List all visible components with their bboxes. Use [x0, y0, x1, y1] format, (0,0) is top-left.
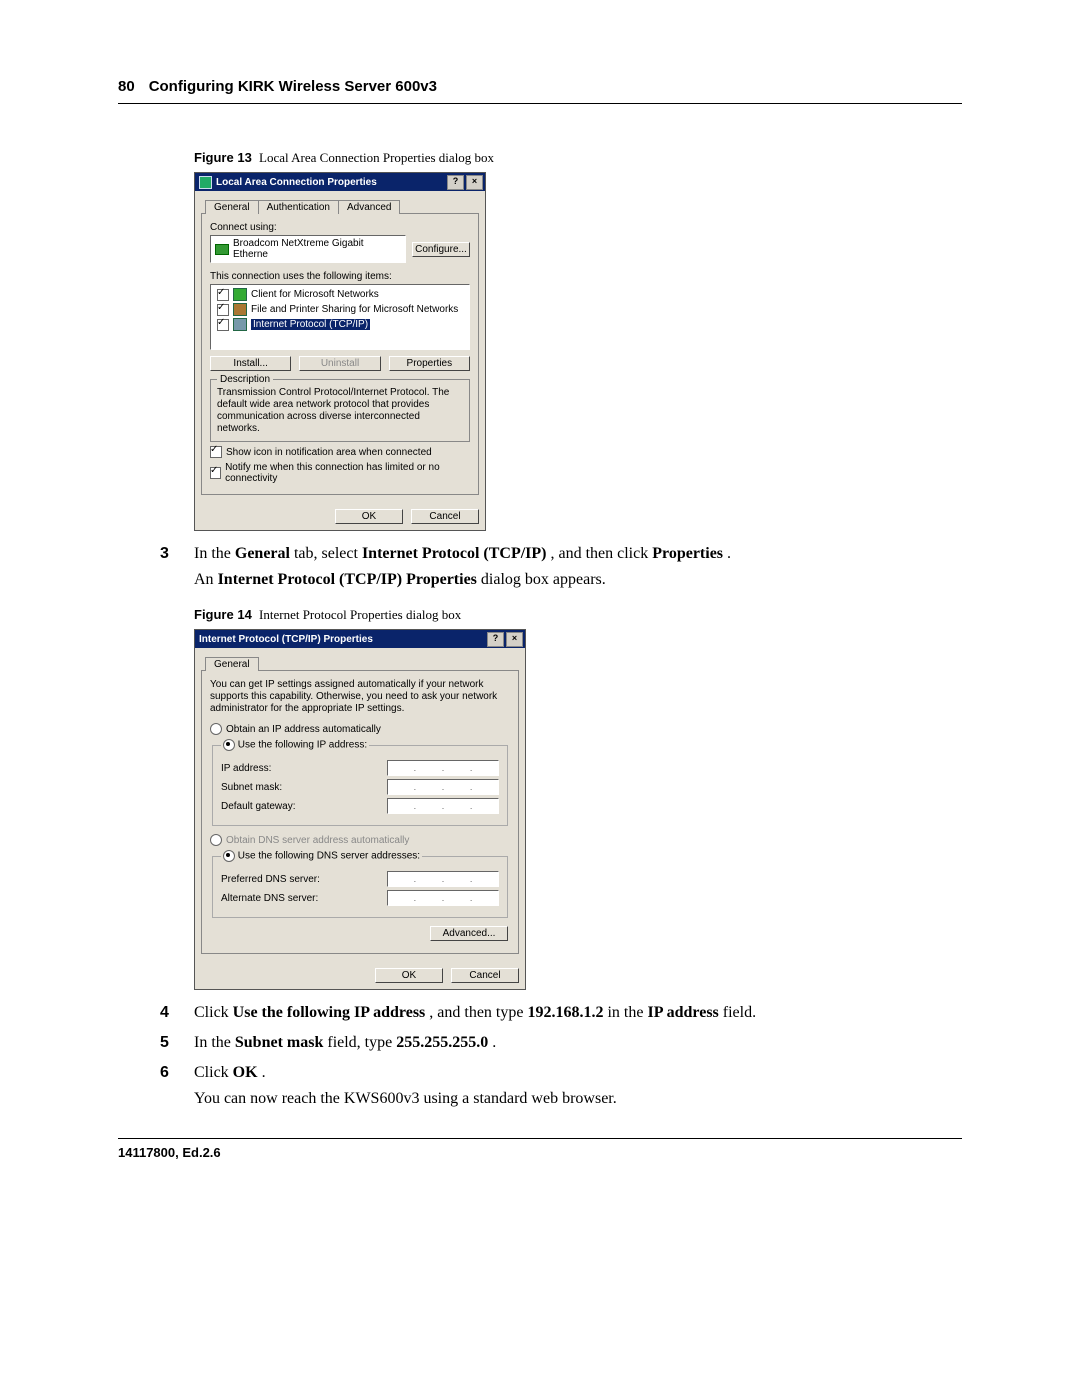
adapter-icon: [215, 244, 229, 255]
step-6: 6 Click OK .: [194, 1064, 962, 1082]
step-3: 3 In the General tab, select Internet Pr…: [194, 545, 962, 563]
radio-icon: [210, 834, 222, 846]
connect-using-label: Connect using:: [210, 222, 470, 233]
configure-button[interactable]: Configure...: [412, 242, 470, 257]
checkbox-icon[interactable]: [217, 304, 229, 316]
figure14-caption: Figure 14 Internet Protocol Properties d…: [194, 607, 962, 623]
header-rule: [118, 103, 962, 104]
step-4: 4 Click Use the following IP address , a…: [194, 1004, 962, 1022]
tcpip-title: Internet Protocol (TCP/IP) Properties: [199, 634, 485, 645]
use-ip-label[interactable]: Use the following IP address:: [238, 740, 367, 751]
close-button[interactable]: ×: [506, 632, 523, 647]
chapter-title: Configuring KIRK Wireless Server 600v3: [149, 78, 437, 95]
footer-id: 14117800, Ed.2.6: [118, 1145, 962, 1160]
ip-address-label: IP address:: [221, 763, 387, 774]
radio-icon[interactable]: [223, 739, 235, 751]
footer-rule: [118, 1138, 962, 1139]
gateway-input[interactable]: ...: [387, 798, 499, 814]
tab-general[interactable]: General: [205, 657, 259, 671]
step-5: 5 In the Subnet mask field, type 255.255…: [194, 1034, 962, 1052]
items-list[interactable]: Client for Microsoft Networks File and P…: [210, 284, 470, 350]
use-ip-group: Use the following IP address: IP address…: [212, 739, 508, 826]
tcpip-properties-dialog: Internet Protocol (TCP/IP) Properties ? …: [194, 629, 526, 990]
pref-dns-label: Preferred DNS server:: [221, 874, 387, 885]
help-button[interactable]: ?: [487, 632, 504, 647]
lac-title: Local Area Connection Properties: [216, 177, 445, 188]
pref-dns-input[interactable]: ...: [387, 871, 499, 887]
alt-dns-label: Alternate DNS server:: [221, 893, 387, 904]
checkbox-icon[interactable]: [210, 467, 221, 479]
ip-address-input[interactable]: ...: [387, 760, 499, 776]
cancel-button[interactable]: Cancel: [411, 509, 479, 524]
use-dns-group: Use the following DNS server addresses: …: [212, 850, 508, 918]
lac-properties-dialog: Local Area Connection Properties ? × Gen…: [194, 172, 486, 531]
description-legend: Description: [217, 374, 273, 385]
adapter-field[interactable]: Broadcom NetXtreme Gigabit Etherne: [210, 235, 406, 263]
gateway-label: Default gateway:: [221, 801, 387, 812]
step3-followup: An Internet Protocol (TCP/IP) Properties…: [194, 571, 962, 589]
uninstall-button: Uninstall: [299, 356, 380, 371]
lac-titlebar[interactable]: Local Area Connection Properties ? ×: [195, 173, 485, 191]
checkbox-icon[interactable]: [210, 446, 222, 458]
radio-auto-dns: Obtain DNS server address automatically: [210, 834, 510, 846]
radio-auto-ip[interactable]: Obtain an IP address automatically: [210, 723, 510, 735]
properties-button[interactable]: Properties: [389, 356, 470, 371]
radio-icon[interactable]: [223, 850, 235, 862]
ok-button[interactable]: OK: [335, 509, 403, 524]
tab-advanced[interactable]: Advanced: [338, 200, 400, 214]
radio-icon[interactable]: [210, 723, 222, 735]
cancel-button[interactable]: Cancel: [451, 968, 519, 983]
list-item[interactable]: File and Printer Sharing for Microsoft N…: [215, 302, 465, 317]
checkbox-icon[interactable]: [217, 289, 229, 301]
share-icon: [233, 303, 247, 316]
advanced-button[interactable]: Advanced...: [430, 926, 508, 941]
list-item-selected[interactable]: Internet Protocol (TCP/IP): [215, 317, 465, 332]
figure13-caption: Figure 13 Local Area Connection Properti…: [194, 150, 962, 166]
ok-button[interactable]: OK: [375, 968, 443, 983]
subnet-label: Subnet mask:: [221, 782, 387, 793]
tab-general[interactable]: General: [205, 200, 259, 214]
checkbox-icon[interactable]: [217, 319, 229, 331]
description-text: Transmission Control Protocol/Internet P…: [217, 387, 463, 435]
list-item[interactable]: Client for Microsoft Networks: [215, 287, 465, 302]
subnet-input[interactable]: ...: [387, 779, 499, 795]
close-button[interactable]: ×: [466, 175, 483, 190]
install-button[interactable]: Install...: [210, 356, 291, 371]
alt-dns-input[interactable]: ...: [387, 890, 499, 906]
tcp-icon: [233, 318, 247, 331]
adapter-name: Broadcom NetXtreme Gigabit Etherne: [233, 238, 401, 260]
notify-row[interactable]: Notify me when this connection has limit…: [210, 462, 470, 484]
items-label: This connection uses the following items…: [210, 271, 470, 282]
tab-authentication[interactable]: Authentication: [258, 200, 339, 214]
help-button[interactable]: ?: [447, 175, 464, 190]
page-number: 80: [118, 78, 135, 95]
use-dns-label[interactable]: Use the following DNS server addresses:: [238, 851, 420, 862]
client-icon: [233, 288, 247, 301]
show-icon-row[interactable]: Show icon in notification area when conn…: [210, 446, 470, 458]
step6-followup: You can now reach the KWS600v3 using a s…: [194, 1090, 962, 1108]
net-icon: [199, 176, 212, 189]
ip-intro: You can get IP settings assigned automat…: [210, 679, 510, 715]
tcpip-titlebar[interactable]: Internet Protocol (TCP/IP) Properties ? …: [195, 630, 525, 648]
